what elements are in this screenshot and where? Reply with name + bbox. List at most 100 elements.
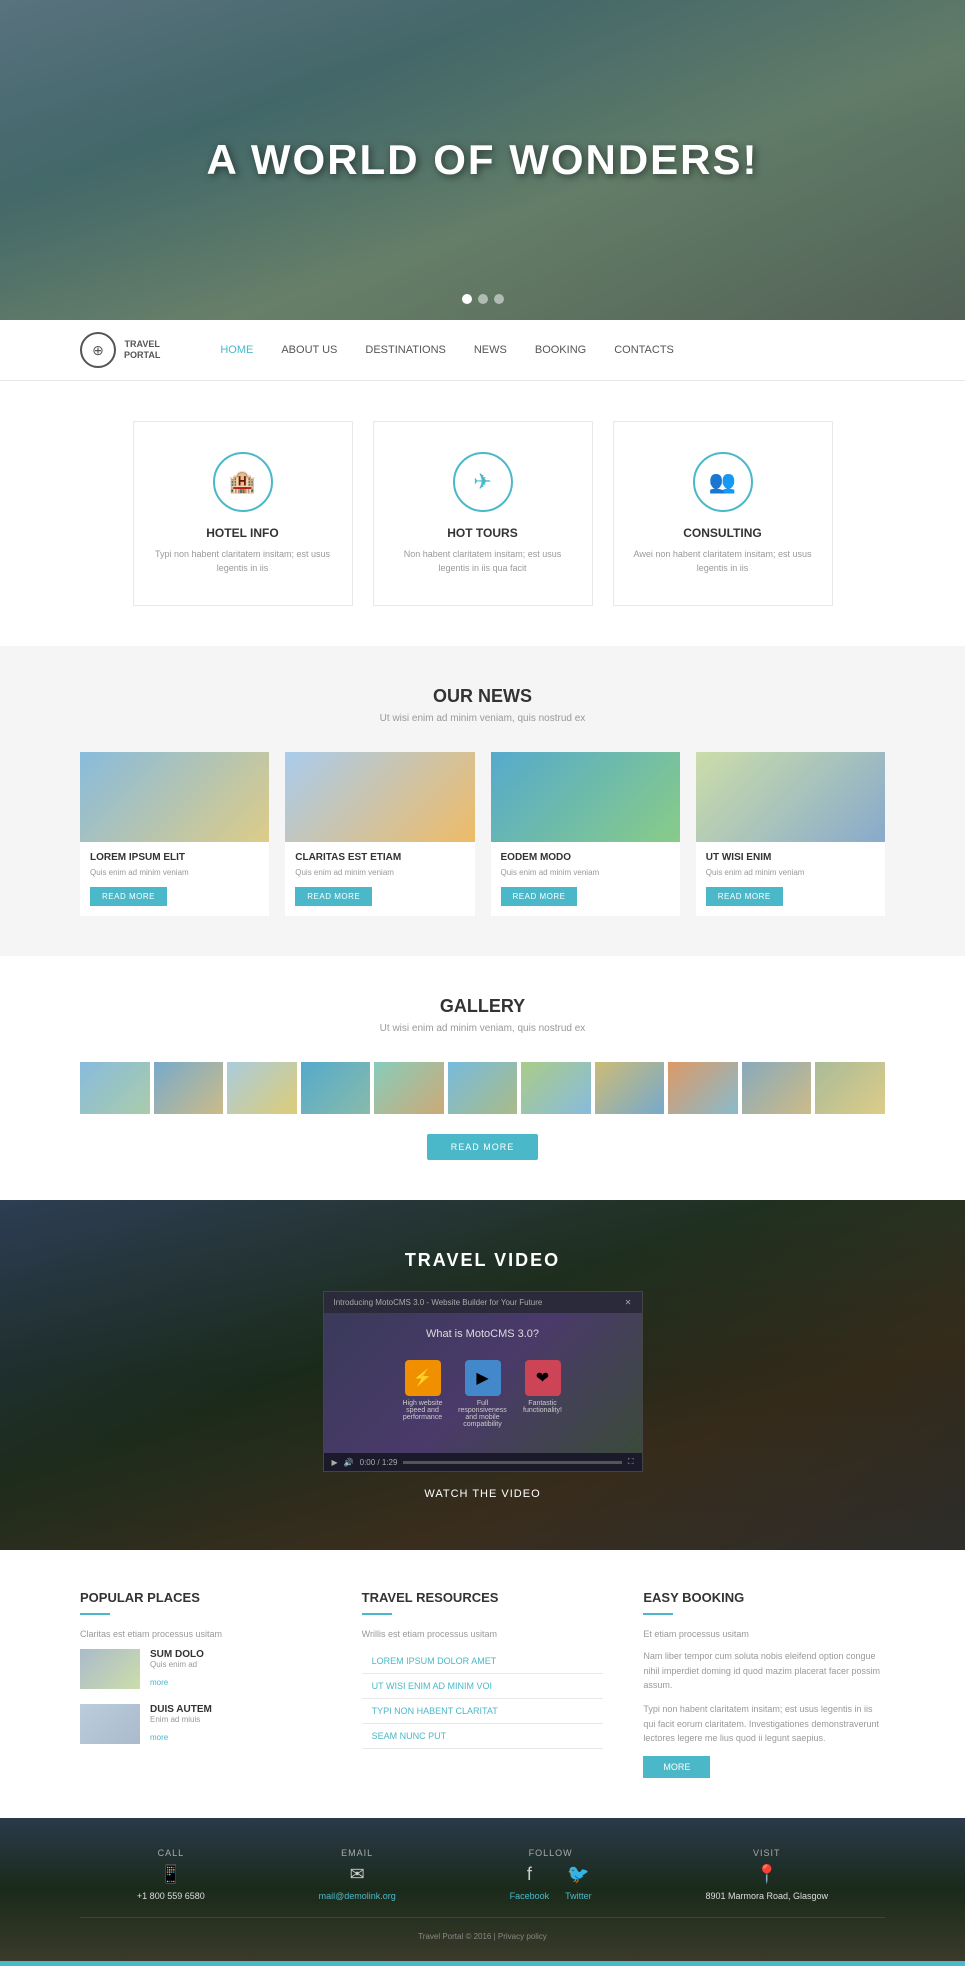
news-card-desc-2: Quis enim ad minim veniam [295,867,464,878]
consulting-icon: 👥 [693,452,753,512]
news-title: OUR NEWS [80,686,885,707]
news-read-more-3[interactable]: READ MORE [501,887,578,906]
popular-name-1: SUM DOLO [150,1649,204,1660]
footer-contacts: CALL 📱 +1 800 559 6580 EMAIL ✉ mail@demo… [80,1848,885,1901]
news-read-more-4[interactable]: READ MORE [706,887,783,906]
nav-destinations[interactable]: DESTINATIONS [365,344,445,356]
hero-dot-2[interactable] [478,294,488,304]
news-card-title-2: CLARITAS EST ETIAM [295,852,464,863]
resource-link-4[interactable]: SEAM NUNC PUT [362,1724,604,1749]
news-read-more-1[interactable]: READ MORE [90,887,167,906]
gallery-strip [80,1062,885,1114]
tours-title: HOT TOURS [447,526,517,540]
video-feature-2: ▶ Full responsiveness and mobile compati… [453,1360,513,1428]
footer-visit: VISIT 📍 8901 Marmora Road, Glasgow [706,1848,829,1901]
gallery-thumb-2[interactable] [154,1062,224,1114]
news-card-title-4: UT WISI ENIM [706,852,875,863]
hotel-title: HOTEL INFO [206,526,278,540]
popular-desc-1: Quis enim ad [150,1660,204,1669]
nav-news[interactable]: NEWS [474,344,507,356]
video-features: ⚡ High website speed and performance ▶ F… [383,1350,583,1438]
location-icon: 📍 [706,1864,829,1885]
popular-info-1: SUM DOLO Quis enim ad more [150,1649,204,1690]
popular-item-1: SUM DOLO Quis enim ad more [80,1649,322,1690]
popular-thumb-1 [80,1649,140,1689]
footer-copyright: Travel Portal © 2016 | Privacy policy [80,1917,885,1941]
resources-divider [362,1613,392,1615]
hero-dot-3[interactable] [494,294,504,304]
resource-link-3[interactable]: TYPI NON HABENT CLARITAT [362,1699,604,1724]
gallery-thumb-1[interactable] [80,1062,150,1114]
twitter-link[interactable]: Twitter [565,1891,592,1901]
gallery-title: GALLERY [80,996,885,1017]
video-controls: ▶ 🔊 0:00 / 1:29 ⛶ [324,1453,642,1471]
features-section: 🏨 HOTEL INFO Typi non habent claritatem … [0,381,965,646]
booking-subtitle: Et etiam processus usitam [643,1629,885,1639]
email-value[interactable]: mail@demolink.org [319,1891,396,1901]
resource-link-2[interactable]: UT WISI ENIM AD MINIM VOI [362,1674,604,1699]
twitter-icon: 🐦 [565,1864,592,1885]
gallery-thumb-11[interactable] [815,1062,885,1114]
tours-desc: Non habent claritatem insitam; est usus … [394,548,572,575]
popular-more-2[interactable]: more [150,1733,168,1742]
footer-bottom: CALL 📱 +1 800 559 6580 EMAIL ✉ mail@demo… [0,1818,965,1961]
popular-item-2: DUIS AUTEM Enim ad miuis more [80,1704,322,1745]
gallery-read-more-button[interactable]: READ MORE [427,1134,539,1160]
popular-divider [80,1613,110,1615]
hero-dot-1[interactable] [462,294,472,304]
nav-booking[interactable]: BOOKING [535,344,586,356]
news-image-3 [491,752,680,842]
video-volume-icon[interactable]: 🔊 [344,1458,354,1467]
hero-section: A WORLD OF WONDERS! [0,0,965,320]
booking-title: EASY BOOKING [643,1590,885,1605]
video-progress-bar[interactable] [403,1461,621,1464]
lightning-icon: ⚡ [405,1360,441,1396]
video-header: Introducing MotoCMS 3.0 - Website Builde… [324,1292,642,1313]
visit-label: VISIT [706,1848,829,1858]
gallery-thumb-7[interactable] [521,1062,591,1114]
news-grid: LOREM IPSUM ELIT Quis enim ad minim veni… [80,752,885,916]
gallery-thumb-3[interactable] [227,1062,297,1114]
gallery-thumb-5[interactable] [374,1062,444,1114]
email-label: EMAIL [319,1848,396,1858]
consulting-desc: Awei non habent claritatem insitam; est … [634,548,812,575]
gallery-thumb-10[interactable] [742,1062,812,1114]
video-title: TRAVEL VIDEO [80,1250,885,1271]
gallery-section: GALLERY Ut wisi enim ad minim veniam, qu… [0,956,965,1200]
hero-dots [462,294,504,304]
news-card-title-3: EODEM MODO [501,852,670,863]
facebook-link[interactable]: Facebook [510,1891,550,1901]
video-feature-text-2: Full responsiveness and mobile compatibi… [453,1400,513,1428]
email-icon: ✉ [319,1864,396,1885]
popular-subtitle: Claritas est etiam processus usitam [80,1629,322,1639]
video-close-icon[interactable]: ✕ [625,1298,632,1307]
resources-subtitle: Wrillis est etiam processus usitam [362,1629,604,1639]
video-feature-text-1: High website speed and performance [393,1400,453,1421]
video-fullscreen-icon[interactable]: ⛶ [628,1457,634,1467]
video-feature-1: ⚡ High website speed and performance [393,1360,453,1428]
nav-about[interactable]: ABOUT US [281,344,337,356]
booking-divider [643,1613,673,1615]
nav-home[interactable]: HOME [220,344,253,356]
booking-more-button[interactable]: MORE [643,1756,710,1778]
booking-text-2: Typi non habent claritatem insitam; est … [643,1702,885,1745]
watch-video-label[interactable]: WATCH THE VIDEO [80,1488,885,1500]
feature-tours: ✈ HOT TOURS Non habent claritatem insita… [373,421,593,606]
video-play-control[interactable]: ▶ [332,1458,338,1467]
gallery-thumb-6[interactable] [448,1062,518,1114]
gallery-thumb-8[interactable] [595,1062,665,1114]
video-player: Introducing MotoCMS 3.0 - Website Builde… [323,1291,643,1472]
news-read-more-2[interactable]: READ MORE [295,887,372,906]
gallery-thumb-9[interactable] [668,1062,738,1114]
popular-more-1[interactable]: more [150,1678,168,1687]
play-icon[interactable]: ▶ [465,1360,501,1396]
hero-title: A WORLD OF WONDERS! [206,136,758,184]
gallery-thumb-4[interactable] [301,1062,371,1114]
video-content: TRAVEL VIDEO Introducing MotoCMS 3.0 - W… [80,1250,885,1500]
footer-top: POPULAR PLACES Claritas est etiam proces… [0,1550,965,1817]
tours-icon: ✈ [453,452,513,512]
nav-contacts[interactable]: CONTACTS [614,344,674,356]
news-card-4: UT WISI ENIM Quis enim ad minim veniam R… [696,752,885,916]
resource-link-1[interactable]: LOREM IPSUM DOLOR AMET [362,1649,604,1674]
news-card-desc-1: Quis enim ad minim veniam [90,867,259,878]
